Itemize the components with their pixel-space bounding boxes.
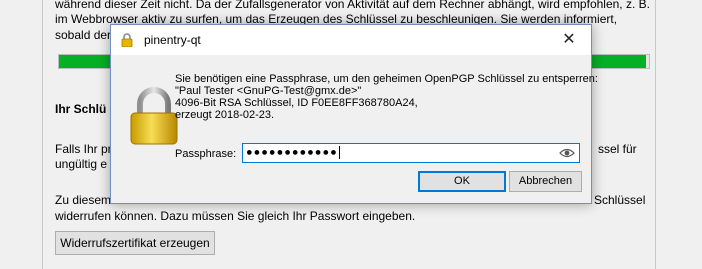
message-line: erzeugt 2018-02-23. — [175, 109, 275, 121]
dialog-titlebar: pinentry-qt ✕ — [111, 25, 591, 55]
message-line: Sie benötigen eine Passphrase, um den ge… — [175, 73, 598, 85]
eye-icon[interactable] — [559, 147, 575, 159]
text-caret — [338, 146, 340, 159]
cancel-button[interactable]: Abbrechen — [509, 171, 582, 192]
background-text-line: Schlüssel — [594, 193, 646, 207]
message-line: "Paul Tester <GnuPG-Test@gmx.de>" — [175, 85, 362, 97]
background-text-line: ungültig e — [55, 157, 108, 171]
background-text-line: Zu diesem — [55, 193, 112, 207]
dialog-message: Sie benötigen eine Passphrase, um den ge… — [175, 73, 598, 121]
section-heading: Ihr Schlü — [55, 102, 107, 116]
passphrase-input[interactable]: ●●●●●●●●●●●● — [242, 143, 580, 163]
background-text-line: Falls Ihr pr — [55, 142, 112, 156]
background-text-line: sobald der — [55, 28, 112, 42]
background-text-line: ssel für — [598, 142, 637, 156]
lock-icon — [121, 33, 133, 47]
close-icon[interactable]: ✕ — [547, 25, 591, 55]
pinentry-dialog: pinentry-qt ✕ Sie benötigen eine Passphr… — [110, 24, 598, 204]
passphrase-label: Passphrase: — [175, 148, 237, 160]
background-text-line: während dieser Zeit nicht. Da der Zufall… — [55, 0, 650, 11]
ok-button[interactable]: OK — [418, 171, 506, 192]
dialog-title: pinentry-qt — [144, 33, 201, 47]
passphrase-value: ●●●●●●●●●●●● — [246, 146, 340, 159]
message-line: 4096-Bit RSA Schlüssel, ID F0EE8FF368780… — [175, 97, 418, 109]
create-revocation-certificate-button[interactable]: Widerrufszertifikat erzeugen — [55, 231, 215, 255]
background-text-line: widerrufen können. Dazu müssen Sie gleic… — [55, 209, 416, 223]
padlock-icon — [130, 87, 178, 145]
